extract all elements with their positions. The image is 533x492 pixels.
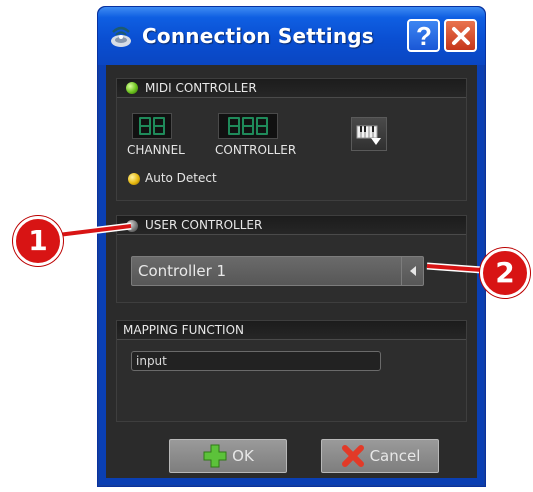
triangle-left-icon — [409, 266, 416, 276]
cancel-button[interactable]: Cancel — [321, 439, 439, 473]
midi-controller-title: MIDI CONTROLLER — [145, 81, 257, 95]
controller-label: CONTROLLER — [215, 143, 297, 157]
controller-select[interactable]: Controller 1 — [131, 256, 424, 286]
channel-digit — [153, 117, 165, 135]
close-button[interactable] — [444, 19, 477, 52]
help-icon: ? — [416, 23, 432, 49]
controller-display — [218, 113, 278, 139]
controller-digit — [242, 117, 254, 135]
user-controller-header: USER CONTROLLER — [117, 216, 466, 235]
mapping-function-input[interactable]: input — [131, 351, 381, 371]
controller-select-value: Controller 1 — [138, 262, 227, 280]
svg-text:?: ? — [416, 23, 432, 49]
window-title: Connection Settings — [142, 24, 374, 48]
channel-display — [132, 113, 172, 139]
dialog-client-area: MIDI CONTROLLER CHANNEL CONTROLLER Auto … — [106, 65, 477, 478]
auto-detect-radio[interactable] — [128, 173, 140, 185]
green-plus-icon — [203, 444, 227, 468]
app-icon — [108, 23, 134, 49]
cancel-button-label: Cancel — [369, 447, 421, 465]
user-controller-title: USER CONTROLLER — [145, 218, 263, 232]
controller-select-arrow[interactable] — [401, 257, 423, 285]
ok-button-label: OK — [232, 447, 254, 465]
channel-label: CHANNEL — [127, 143, 185, 157]
midi-controller-panel: MIDI CONTROLLER CHANNEL CONTROLLER Auto … — [116, 78, 467, 201]
titlebar[interactable]: Connection Settings ? — [98, 7, 485, 65]
red-x-icon — [341, 445, 364, 467]
ok-button[interactable]: OK — [169, 439, 287, 473]
user-controller-radio[interactable] — [126, 220, 138, 232]
user-controller-panel: USER CONTROLLER Controller 1 — [116, 215, 467, 303]
help-button[interactable]: ? — [407, 19, 440, 52]
controller-digit — [228, 117, 240, 135]
callout-2: 2 — [480, 248, 530, 298]
auto-detect-label[interactable]: Auto Detect — [145, 171, 217, 185]
channel-digit — [139, 117, 151, 135]
mapping-function-title: MAPPING FUNCTION — [123, 323, 244, 337]
midi-controller-header: MIDI CONTROLLER — [117, 79, 466, 98]
connection-settings-window: Connection Settings ? MIDI CONTROLLER CH… — [97, 6, 486, 487]
mapping-function-header: MAPPING FUNCTION — [117, 321, 466, 340]
midi-controller-radio[interactable] — [126, 82, 138, 94]
midi-keyboard-icon — [356, 125, 381, 145]
close-icon — [451, 26, 470, 45]
callout-1: 1 — [13, 216, 63, 266]
mapping-function-panel: MAPPING FUNCTION input — [116, 320, 467, 422]
controller-digit — [256, 117, 268, 135]
midi-learn-button[interactable] — [351, 117, 387, 151]
